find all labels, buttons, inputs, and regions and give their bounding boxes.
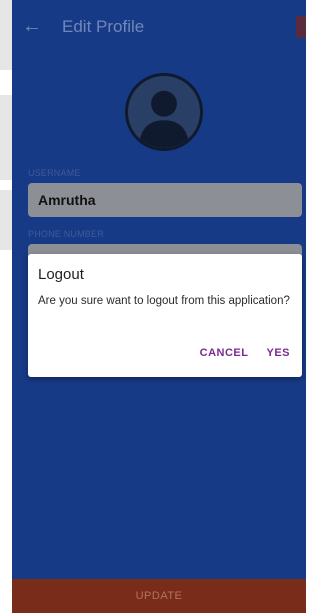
logout-dialog: Logout Are you sure want to logout from … <box>28 254 302 377</box>
profile-avatar-icon <box>139 90 189 148</box>
background-block <box>0 190 12 250</box>
username-value: Amrutha <box>38 192 96 208</box>
back-arrow-icon[interactable]: ← <box>22 14 46 38</box>
dialog-message: Are you sure want to logout from this ap… <box>38 295 290 307</box>
background-block <box>0 0 12 70</box>
background-block <box>0 95 12 180</box>
page-title: Edit Profile <box>62 17 145 36</box>
menu-icon[interactable] <box>296 16 306 38</box>
app-bar: ← Edit Profile <box>12 0 306 56</box>
update-button-label: UPDATE <box>135 590 183 602</box>
username-label: USERNAME <box>28 168 81 178</box>
username-field[interactable]: Amrutha <box>28 183 302 217</box>
dialog-actions: CANCEL YES <box>200 347 290 359</box>
update-button[interactable]: UPDATE <box>12 579 306 613</box>
profile-avatar[interactable] <box>125 73 203 151</box>
dialog-title: Logout <box>38 266 84 283</box>
cancel-button[interactable]: CANCEL <box>200 347 249 359</box>
yes-button[interactable]: YES <box>266 347 290 359</box>
phone-number-label: PHONE NUMBER <box>28 229 104 239</box>
